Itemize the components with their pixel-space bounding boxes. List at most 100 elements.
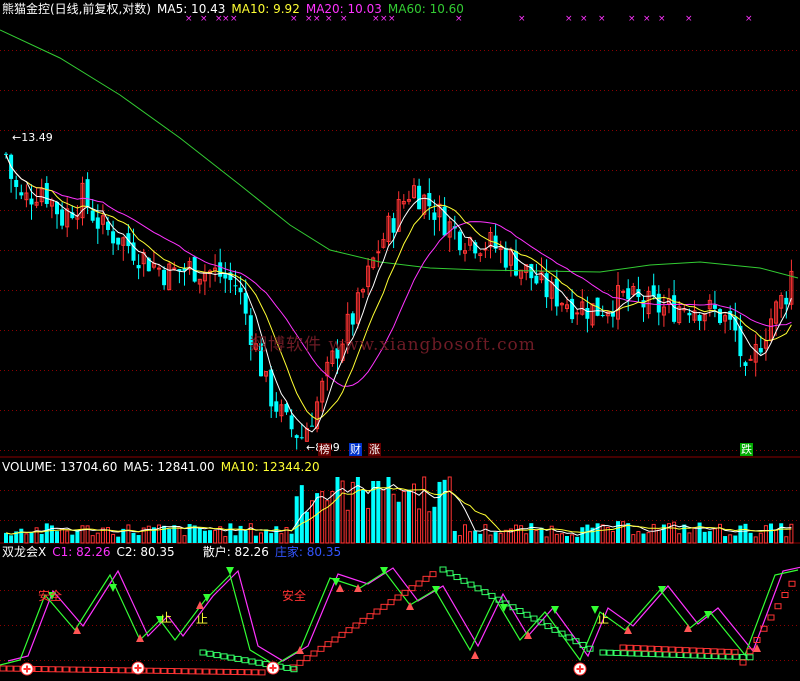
volume-bar-up [488,534,493,544]
ma5-label: MA5: 10.43 [157,2,226,16]
volume-bar-up [468,531,473,544]
volume-bar-down [19,528,24,543]
banker-step-box [13,665,21,672]
candle-body-down [14,180,19,187]
candle-body-down [299,437,304,439]
banker-step-box [429,571,437,578]
volume-ma5: MA5: 12841.00 [123,460,215,474]
volume-bar-down [136,535,141,543]
volume-bar-down [779,523,784,543]
volume-bar-up [646,532,651,544]
volume-bar-down [29,532,34,543]
volume-bar-down [437,481,442,543]
scatter-step-box [641,650,649,657]
volume-bar-down [738,525,743,543]
indicator-c1: C1: 82.26 [52,545,111,559]
volume-bar-up [483,524,488,544]
banker-step-box [394,594,402,601]
candle-body-down [111,231,116,244]
volume-bar-up [636,531,641,544]
scatter-step-box [627,650,635,657]
indicator-c2-line [0,569,799,666]
volume-bar-up [763,525,768,544]
candle-body-down [4,153,8,155]
banker-step-box [633,645,641,652]
volume-bar-up [559,533,564,544]
volume-bar-up [753,536,758,544]
scatter-step-box [530,615,538,622]
volume-bar-down [748,532,753,543]
candle-body-up [748,358,753,361]
scatter-step-box [255,659,263,666]
stock-title: 熊猫金控(日线,前复权,对数) [2,2,151,16]
banker-step-box [118,667,126,674]
signal-cross-marker: × [628,14,636,24]
signal-cross-marker: × [580,14,588,24]
scatter-step-box [206,650,214,657]
banker-step-box [34,666,42,673]
volume-bar-down [585,524,590,543]
candle-body-up [157,267,161,270]
volume-bar-up [330,490,335,544]
volume-bar-down [39,533,44,543]
volume-bar-up [498,532,503,544]
banker-step-box [654,645,662,652]
volume-bar-down [769,523,773,543]
banker-step-box [296,659,304,666]
candle-body-down [116,237,121,245]
scatter-step-box [683,652,691,659]
volume-bar-up [126,524,131,544]
volume-bar-up [213,529,218,544]
scatter-step-box [613,649,621,656]
candle-body-down [223,274,228,279]
banker-step-box [258,669,266,676]
price-header: 熊猫金控(日线,前复权,对数) MA5: 10.43 MA10: 9.92 MA20:… [2,2,470,16]
volume-bar-up [340,480,345,544]
banker-step-box [689,647,697,654]
banker-step-box [387,599,395,606]
banker-step-box [83,666,91,673]
indicator-c1-line [7,566,800,662]
candle-body-up [575,312,580,315]
volume-bar-up [503,529,508,544]
banker-step-box [202,668,210,675]
indicator-label-1: 止 [160,611,173,625]
volume-bar-down [361,489,365,543]
watermark: 翔博软件 www.xiangbosoft.com [250,335,536,355]
volume-bar-down [233,535,238,543]
volume-bar-down [539,527,544,543]
indicator-zhuangjia: 庄家: 80.35 [274,545,342,559]
volume-bar-up [95,532,100,544]
scatter-step-box [523,611,531,618]
volume-bar-down [197,528,202,543]
volume-bar-down [55,531,59,543]
banker-step-box [675,646,683,653]
indicator-sanhu: 散户: 82.26 [202,545,269,559]
banker-step-box [195,668,203,675]
volume-bar-up [146,525,151,544]
banker-step-box [422,575,430,582]
volume-bar-down [9,535,14,543]
volume-bar-down [264,529,269,543]
banker-step-box [125,667,133,674]
banker-step-box [230,668,238,675]
banker-step-box [237,669,245,676]
volume-bar-down [116,536,121,543]
signal-cross-marker: × [518,14,526,24]
candle-body-down [289,415,294,430]
volume-bar-down [335,477,340,543]
banker-step-box [788,580,796,587]
signal-cross-marker: × [643,14,651,24]
candle-body-down [733,316,738,331]
volume-bar-up [687,532,692,544]
volume-bar-down [682,524,687,543]
scatter-step-box [704,652,712,659]
volume-bar-up [534,530,539,544]
volume-bar-up [223,536,228,544]
sell-arrow-icon [551,606,559,614]
banker-step-box [774,603,782,610]
candle-body-down [85,179,90,208]
volume-bar-down [208,530,212,543]
banker-step-box [174,668,182,675]
banker-step-box [303,655,311,662]
